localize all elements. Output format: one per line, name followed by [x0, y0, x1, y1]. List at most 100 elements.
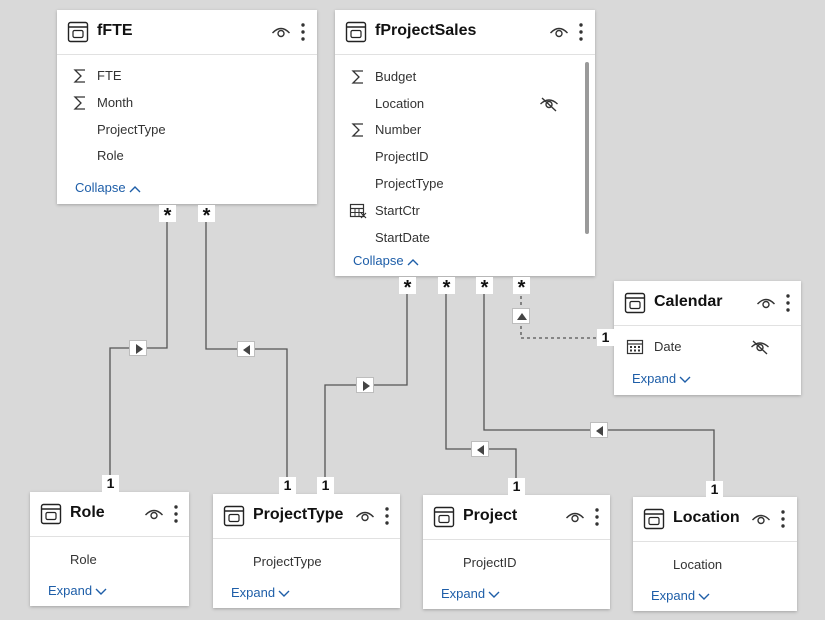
- expand-button[interactable]: Expand: [48, 583, 107, 598]
- table-card-role[interactable]: Role Role Expand: [30, 492, 189, 606]
- expand-button[interactable]: Expand: [651, 588, 710, 603]
- field-label: Location: [673, 557, 723, 572]
- table-header[interactable]: Project: [423, 495, 610, 540]
- field-label: FTE: [97, 68, 122, 83]
- field-row-month[interactable]: Month: [57, 90, 317, 116]
- chevron-down-icon: [488, 591, 500, 598]
- table-header[interactable]: fProjectSales: [335, 10, 595, 55]
- cardinality-many-marker: *: [159, 205, 176, 227]
- collapse-button[interactable]: Collapse: [353, 253, 419, 268]
- table-card-ffte[interactable]: fFTE FTE Month ProjectType Role Collapse: [57, 10, 317, 204]
- chevron-up-icon: [129, 185, 141, 193]
- cardinality-many-marker: *: [198, 205, 215, 227]
- sigma-icon: [351, 123, 363, 137]
- field-row-role[interactable]: Role: [30, 547, 189, 573]
- field-row-startdate[interactable]: StartDate: [335, 225, 595, 251]
- field-label: Budget: [375, 69, 417, 84]
- eye-icon[interactable]: [565, 509, 585, 525]
- field-row-location[interactable]: Location: [335, 91, 595, 117]
- eye-icon[interactable]: [271, 24, 291, 40]
- field-row-budget[interactable]: Budget: [335, 64, 595, 90]
- table-header[interactable]: Role: [30, 492, 189, 537]
- expand-button[interactable]: Expand: [441, 586, 500, 601]
- table-title: ProjectType: [253, 506, 344, 523]
- table-header[interactable]: ProjectType: [213, 494, 400, 539]
- table-title: Role: [70, 504, 105, 521]
- filter-direction-up[interactable]: [512, 308, 530, 324]
- field-row-projectid[interactable]: ProjectID: [423, 550, 610, 576]
- field-row-startctr[interactable]: StartCtr: [335, 198, 595, 224]
- eye-slash-icon[interactable]: [750, 339, 770, 355]
- field-label: ProjectType: [97, 122, 166, 137]
- expand-button[interactable]: Expand: [632, 371, 691, 386]
- filter-direction-right[interactable]: [356, 377, 374, 393]
- sigma-icon: [351, 70, 363, 84]
- chevron-down-icon: [95, 588, 107, 595]
- collapse-label: Collapse: [353, 253, 404, 268]
- triangle-arrow-icon: [477, 445, 484, 455]
- chevron-up-icon: [407, 258, 419, 266]
- table-icon: [643, 508, 665, 530]
- calendar-icon: [626, 339, 644, 355]
- vertical-scrollbar[interactable]: [585, 62, 589, 234]
- field-label: StartCtr: [375, 203, 420, 218]
- field-row-date[interactable]: Date: [614, 334, 801, 360]
- cardinality-many-marker: *: [476, 277, 493, 299]
- cardinality-many-marker: *: [399, 277, 416, 299]
- expand-label: Expand: [441, 586, 486, 601]
- table-card-projecttype[interactable]: ProjectType ProjectType Expand: [213, 494, 400, 608]
- cardinality-one-marker: 1: [597, 329, 614, 346]
- collapse-button[interactable]: Collapse: [75, 180, 141, 195]
- field-row-projecttype[interactable]: ProjectType: [57, 117, 317, 143]
- table-header[interactable]: Location: [633, 497, 797, 542]
- table-title: fProjectSales: [375, 22, 477, 39]
- field-row-projectid[interactable]: ProjectID: [335, 144, 595, 170]
- filter-direction-left[interactable]: [590, 422, 608, 438]
- table-card-location[interactable]: Location Location Expand: [633, 497, 797, 611]
- filter-direction-left[interactable]: [471, 441, 489, 457]
- more-options-icon[interactable]: [784, 293, 792, 313]
- eye-icon[interactable]: [355, 508, 375, 524]
- field-row-projecttype[interactable]: ProjectType: [213, 549, 400, 575]
- triangle-arrow-icon: [243, 345, 250, 355]
- field-row-projecttype[interactable]: ProjectType: [335, 171, 595, 197]
- chevron-down-icon: [278, 590, 290, 597]
- more-options-icon[interactable]: [577, 22, 585, 42]
- table-card-fprojectsales[interactable]: fProjectSales Budget Location Number Pro…: [335, 10, 595, 276]
- table-title: fFTE: [97, 22, 133, 39]
- table-card-project[interactable]: Project ProjectID Expand: [423, 495, 610, 609]
- field-label: ProjectID: [375, 149, 429, 164]
- eye-icon[interactable]: [751, 511, 771, 527]
- expand-button[interactable]: Expand: [231, 585, 290, 600]
- field-row-number[interactable]: Number: [335, 117, 595, 143]
- eye-icon[interactable]: [549, 24, 569, 40]
- eye-icon[interactable]: [756, 295, 776, 311]
- table-icon: [345, 21, 367, 43]
- expand-label: Expand: [231, 585, 276, 600]
- eye-slash-icon[interactable]: [539, 96, 559, 112]
- filter-direction-right[interactable]: [129, 340, 147, 356]
- eye-icon[interactable]: [144, 506, 164, 522]
- field-label: Role: [97, 148, 124, 163]
- filter-direction-left[interactable]: [237, 341, 255, 357]
- field-label: Number: [375, 122, 422, 137]
- table-icon: [40, 503, 62, 525]
- more-options-icon[interactable]: [299, 22, 307, 42]
- field-row-location[interactable]: Location: [633, 552, 797, 578]
- more-options-icon[interactable]: [172, 504, 180, 524]
- table-title: Calendar: [654, 293, 723, 310]
- more-options-icon[interactable]: [383, 506, 391, 526]
- table-header[interactable]: Calendar: [614, 281, 801, 326]
- more-options-icon[interactable]: [593, 507, 601, 527]
- triangle-arrow-icon: [363, 381, 370, 391]
- sigma-icon: [73, 69, 85, 83]
- table-title: Project: [463, 507, 518, 524]
- chevron-down-icon: [679, 376, 691, 383]
- cardinality-one-marker: 1: [279, 477, 296, 494]
- field-row-role[interactable]: Role: [57, 143, 317, 169]
- more-options-icon[interactable]: [779, 509, 787, 529]
- field-label: ProjectID: [463, 555, 517, 570]
- table-header[interactable]: fFTE: [57, 10, 317, 55]
- table-card-calendar[interactable]: Calendar Date Expand: [614, 281, 801, 395]
- field-row-fte[interactable]: FTE: [57, 63, 317, 89]
